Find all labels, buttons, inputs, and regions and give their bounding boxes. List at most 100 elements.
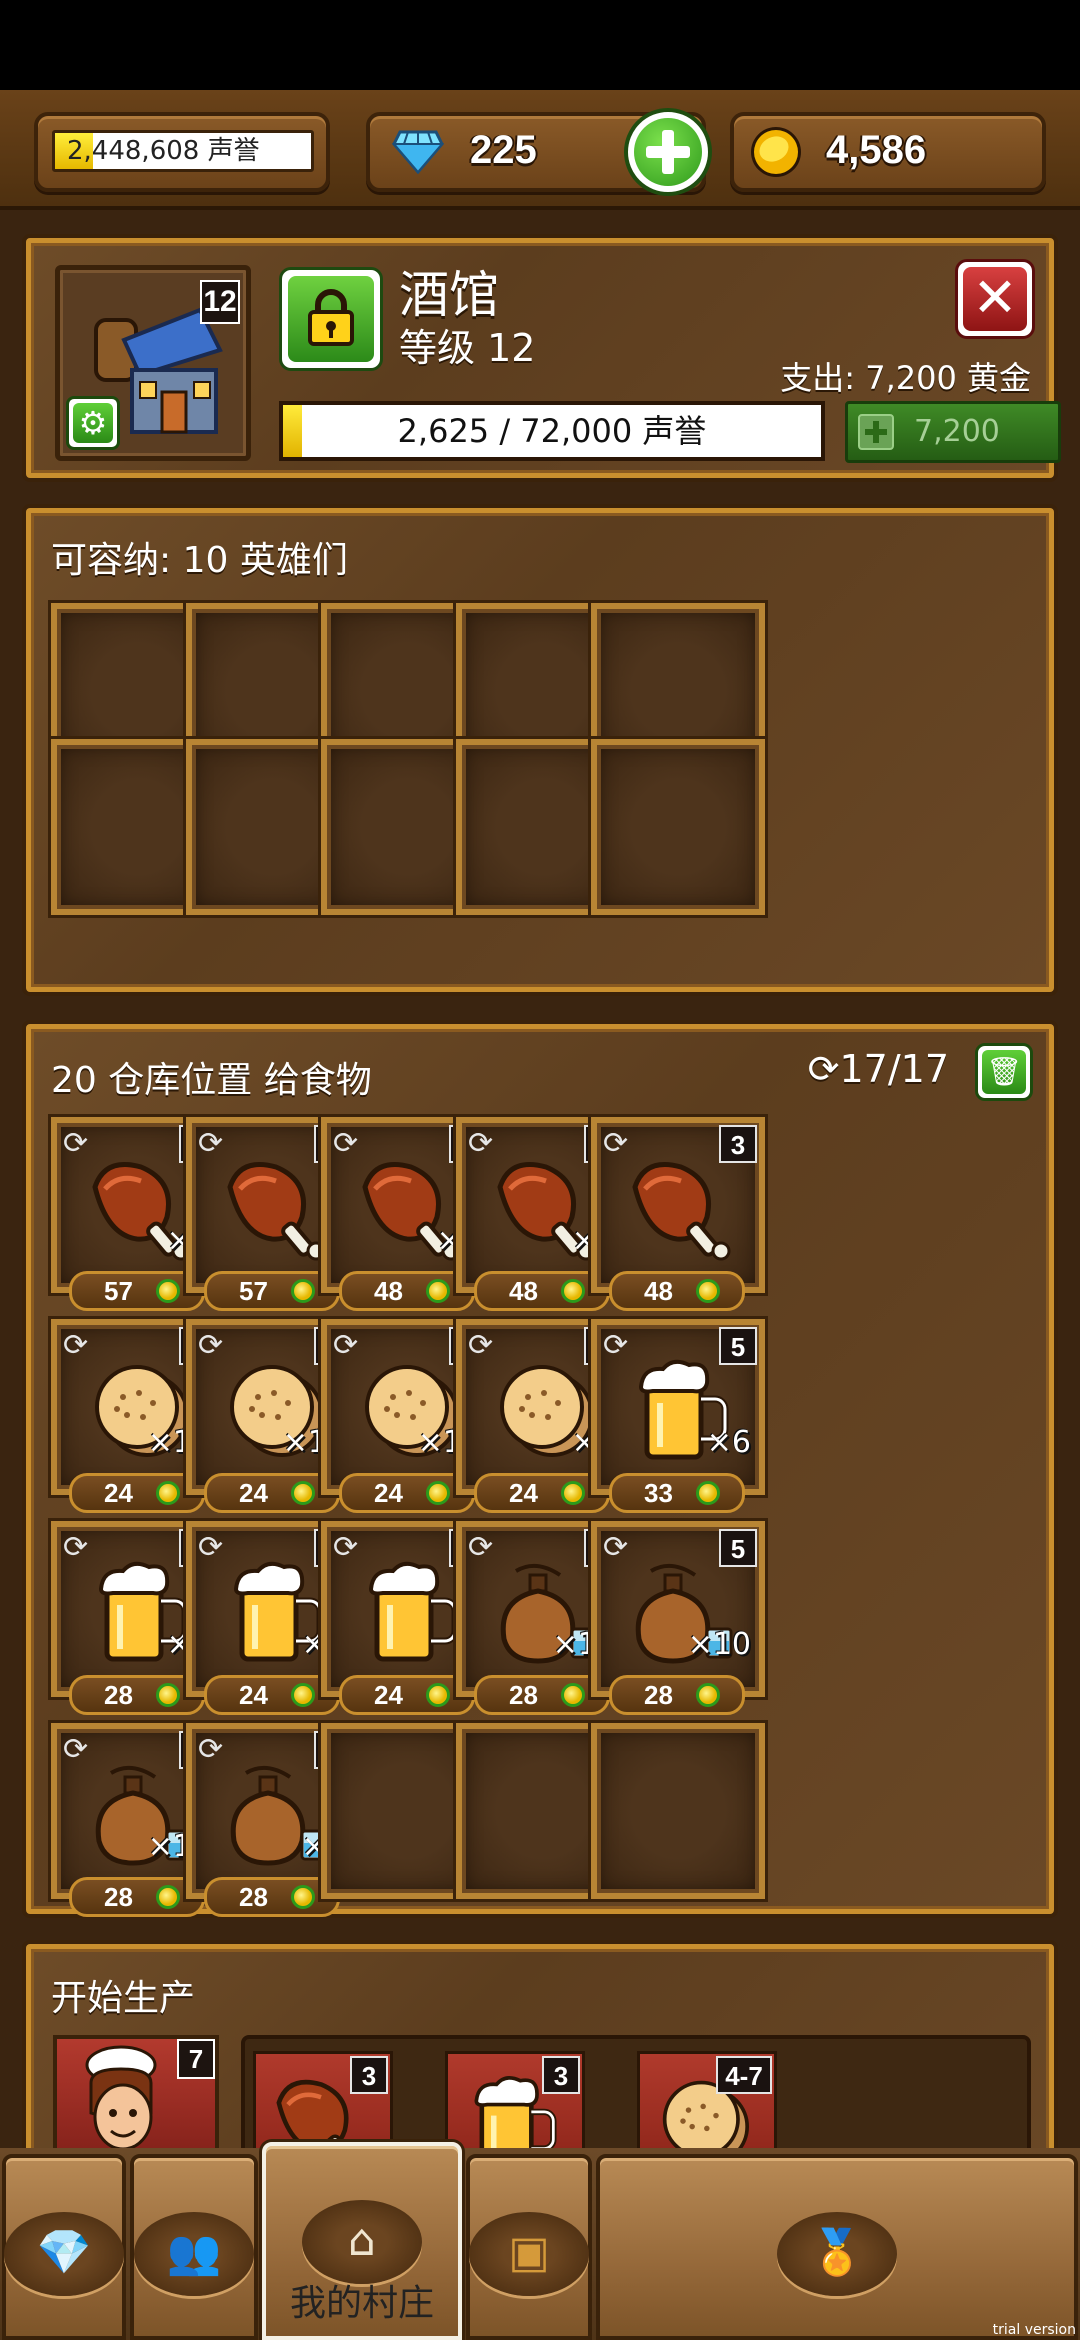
gold-coin-icon [156,1885,180,1909]
buy-gems-button[interactable] [624,108,712,196]
refresh-icon: ⟳ [468,1126,494,1161]
recipe-tier-badge: 3 [350,2056,388,2094]
refresh-icon: ⟳ [333,1328,359,1363]
refresh-icon: ⟳ [198,1530,224,1565]
nav-achievements-button[interactable]: 🏅 [596,2154,1078,2340]
building-thumbnail[interactable]: 12 ⚙ [55,265,251,461]
hero-slot[interactable] [591,739,765,915]
gem-counter: 225 [366,108,712,196]
gold-coin-icon [291,1481,315,1505]
refresh-icon: ⟳ [807,1047,840,1091]
close-button[interactable]: ✕ [955,259,1035,339]
reputation-counter: 2,448,608 声誉 [34,112,330,192]
item-price-tag: 28 [609,1675,745,1715]
item-price-tag: 24 [474,1473,610,1513]
item-price: 28 [104,1882,133,1912]
upgrade-button[interactable]: 7,200 [845,401,1061,463]
refresh-icon: ⟳ [63,1732,89,1767]
item-price: 24 [239,1478,268,1508]
gem-count: 225 [470,128,537,172]
refresh-icon: ⟳ [63,1126,89,1161]
lock-button[interactable] [279,267,383,371]
item-tier-badge: 3 [719,1125,757,1163]
item-price: 24 [104,1478,133,1508]
item-price-tag: 48 [609,1271,745,1311]
reputation-bar: 2,448,608 声誉 [52,130,314,172]
building-settings-button[interactable]: ⚙ [66,396,120,450]
nav-heroes-button[interactable]: 👥 [130,2154,258,2340]
item-price-tag: 24 [204,1473,340,1513]
refresh-icon: ⟳ [198,1732,224,1767]
trial-watermark: trial version [992,2322,1076,2338]
beer-mug-icon [368,1561,459,1662]
refresh-icon: ⟳ [603,1530,629,1565]
item-price-tag: 28 [204,1877,340,1917]
storage-slot[interactable]: ⟳ 5 ×6 33 [591,1319,765,1513]
item-quantity: ×6 [706,1425,751,1460]
chef-level-badge: 7 [177,2039,215,2079]
gold-coin-icon [426,1481,450,1505]
reputation-progress-text: 2,625 / 72,000 声誉 [397,412,707,450]
gold-coin-icon [561,1683,585,1707]
item-price-tag: 48 [474,1271,610,1311]
item-price-tag: 57 [69,1271,205,1311]
plus-icon [634,118,702,186]
bottom-navigation: 💎 👥 ⌂ 我的村庄 ▣ 🏅 [0,2142,1080,2340]
trash-icon: 🗑 [982,1050,1026,1094]
item-price: 28 [239,1882,268,1912]
item-price: 24 [239,1680,268,1710]
gold-coin-icon [426,1279,450,1303]
diamond-icon [392,130,444,174]
gold-coin-icon [696,1481,720,1505]
item-quantity: ×10 [687,1627,751,1662]
building-level: 等级 12 [399,326,536,370]
lock-icon [308,289,354,346]
gold-coin-icon [561,1279,585,1303]
item-price-tag: 24 [69,1473,205,1513]
refresh-icon: ⟳ [603,1126,629,1161]
heroes-panel: 可容纳: 10 英雄们 [26,508,1054,992]
storage-slot[interactable]: ⟳ 3 48 [591,1117,765,1311]
plus-icon [858,414,894,450]
item-price: 48 [374,1276,403,1306]
item-price-tag: 24 [204,1675,340,1715]
item-price: 28 [644,1680,673,1710]
storage-slot[interactable]: ⟳ 5 ×10 28 [591,1521,765,1715]
gold-coin-icon [696,1279,720,1303]
storage-panel: 20 仓库位置 给食物 ⟳17/17 🗑 ⟳4×857⟳457⟳3×848⟳3×… [26,1024,1054,1917]
nav-shop-button[interactable]: 💎 [2,2154,126,2340]
close-icon: ✕ [963,267,1027,331]
chest-icon: ▣ [508,2227,550,2278]
people-icon: 👥 [166,2227,222,2278]
item-price-tag: 28 [69,1675,205,1715]
reputation-text: 2,448,608 声誉 [67,136,260,166]
item-price: 28 [104,1680,133,1710]
heroes-capacity-title: 可容纳: 10 英雄们 [51,540,348,581]
gold-counter: 4,586 [730,112,1046,192]
gold-coin-icon [291,1279,315,1303]
nav-village-button[interactable]: ⌂ 我的村庄 [262,2142,462,2340]
drumstick-icon [632,1162,731,1261]
gold-count: 4,586 [826,128,927,172]
refresh-icon: ⟳ [198,1126,224,1161]
recipe-tier-badge: 3 [542,2056,580,2094]
item-price-tag: 28 [474,1675,610,1715]
drumstick-icon [227,1162,326,1261]
recipe-tier-badge: 4-7 [716,2056,772,2094]
nav-treasure-button[interactable]: ▣ [466,2154,592,2340]
refresh-icon: ⟳ [63,1530,89,1565]
item-price-tag: 33 [609,1473,745,1513]
storage-slot[interactable] [591,1723,765,1899]
item-tier-badge: 5 [719,1327,757,1365]
medal-icon: 🏅 [809,2227,865,2278]
refresh-icon: ⟳ [468,1328,494,1363]
storage-count: ⟳17/17 [808,1047,949,1091]
refresh-icon: ⟳ [468,1530,494,1565]
gold-coin-icon [751,127,801,177]
house-icon: ⌂ [348,2215,376,2266]
trash-button[interactable]: 🗑 [975,1043,1033,1101]
gold-coin-icon [156,1481,180,1505]
item-price: 48 [509,1276,538,1306]
refresh-icon: ⟳ [333,1126,359,1161]
storage-title: 20 仓库位置 给食物 [51,1060,372,1101]
